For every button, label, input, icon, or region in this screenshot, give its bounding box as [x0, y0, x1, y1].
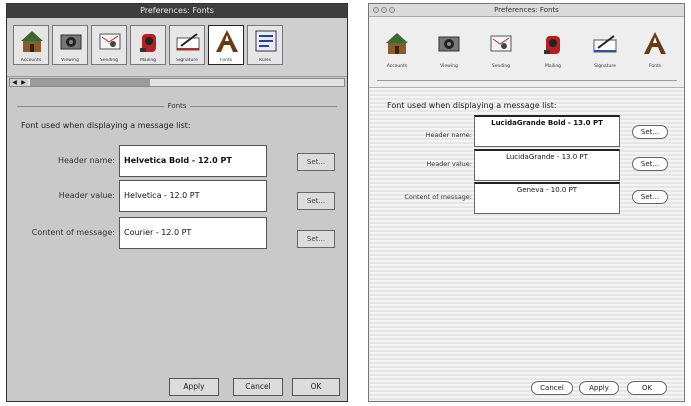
toolbar-label: Viewing [61, 58, 79, 63]
content-label: Content of message: [31, 228, 115, 237]
toolbar-label: Accounts [386, 64, 408, 69]
ok-button[interactable]: OK [627, 381, 667, 395]
prefs-toolbar: Accounts Viewing Sending Mailing Signatu… [7, 18, 347, 87]
header-value-label: Header value: [58, 191, 115, 200]
header-name-label: Header name: [57, 156, 115, 165]
scroll-thumb[interactable] [30, 79, 150, 86]
toolbar-label: Rules [258, 58, 272, 63]
instruction-text: Font used when displaying a message list… [21, 121, 191, 130]
header-name-set-button[interactable]: Set... [632, 125, 668, 139]
mailbox-icon [544, 36, 560, 54]
toolbar-label: Signature [176, 58, 198, 63]
toolbar-item-signature[interactable]: Signature [169, 25, 205, 65]
toolbar-scrollbar[interactable]: ◀ ▶ [9, 78, 345, 87]
content-font-field: Courier - 12.0 PT [119, 217, 267, 249]
instruction-text: Font used when displaying a message list… [387, 101, 557, 110]
house-icon [386, 33, 408, 54]
close-window-icon[interactable] [373, 7, 379, 13]
toolbar-item-sending[interactable]: Sending [91, 25, 127, 65]
sending-icon [99, 33, 121, 50]
header-value-set-button[interactable]: Set... [297, 192, 335, 210]
header-name-label: Header name: [425, 131, 472, 139]
toolbar-label: Mailing [544, 64, 562, 69]
section-title-wrap: Fonts [7, 102, 347, 110]
header-value-label: Header value: [426, 160, 472, 168]
camera-icon [60, 34, 82, 50]
sending-icon [490, 35, 512, 52]
toolbar-item-sending[interactable]: Sending [481, 27, 521, 73]
fonts-icon [644, 32, 666, 54]
section-title: Fonts [163, 102, 191, 110]
apply-button[interactable]: Apply [169, 378, 219, 396]
toolbar-label: Sending [491, 64, 511, 69]
toolbar-label: Signature [594, 64, 616, 69]
toolbar-item-mailing[interactable]: Mailing [130, 25, 166, 65]
content-set-button[interactable]: Set... [632, 190, 668, 204]
toolbar-item-viewing[interactable]: Viewing [52, 25, 88, 65]
toolbar-label: Sending [99, 58, 119, 63]
camera-icon [438, 36, 460, 52]
header-value-set-button[interactable]: Set... [632, 157, 668, 171]
scroll-left-arrow-icon[interactable]: ◀ [10, 79, 19, 86]
window-title: Preferences: Fonts [369, 4, 684, 17]
content-label: Content of message: [404, 193, 472, 201]
rules-icon [255, 30, 277, 52]
cancel-button[interactable]: Cancel [531, 381, 573, 395]
header-name-set-button[interactable]: Set... [297, 153, 335, 171]
toolbar-item-signature[interactable]: Signature [585, 27, 625, 73]
toolbar-item-accounts[interactable]: Accounts [377, 27, 417, 73]
toolbar-label: Viewing [440, 64, 458, 69]
toolbar-item-accounts[interactable]: Accounts [13, 25, 49, 65]
header-name-font-field: Helvetica Bold - 12.0 PT [119, 145, 267, 177]
toolbar-item-rules[interactable]: Rules [247, 25, 283, 65]
cancel-button[interactable]: Cancel [233, 378, 283, 396]
zoom-window-icon[interactable] [389, 7, 395, 13]
toolbar-label: Mailing [139, 58, 157, 63]
apply-button[interactable]: Apply [579, 381, 619, 395]
minimize-window-icon[interactable] [381, 7, 387, 13]
toolbar-label: Fonts [219, 58, 233, 63]
header-name-font-field: LucidaGrande Bold - 13.0 PT [474, 115, 620, 147]
toolbar-item-mailing[interactable]: Mailing [533, 27, 573, 73]
ok-button[interactable]: OK [292, 378, 340, 396]
house-icon [21, 31, 43, 52]
prefs-toolbar: Accounts Viewing Sending Mailing Signatu… [369, 17, 684, 88]
mailbox-icon [140, 34, 156, 52]
window-title: Preferences: Fonts [7, 4, 347, 18]
toolbar-item-fonts[interactable]: Fonts [208, 25, 244, 65]
header-value-font-field: LucidaGrande - 13.0 PT [474, 149, 620, 181]
aqua-preferences-window: Preferences: Fonts Accounts Viewing Send… [368, 3, 685, 402]
signature-icon [176, 33, 200, 51]
fonts-icon [216, 30, 238, 52]
content-font-field: Geneva - 10.0 PT [474, 182, 620, 214]
header-value-font-field: Helvetica - 12.0 PT [119, 180, 267, 212]
toolbar-scrollbar[interactable] [377, 75, 677, 81]
toolbar-item-fonts[interactable]: Fonts [635, 27, 675, 73]
signature-icon [593, 35, 617, 53]
toolbar-label: Accounts [20, 58, 42, 63]
content-set-button[interactable]: Set... [297, 230, 335, 248]
scroll-right-arrow-icon[interactable]: ▶ [19, 79, 28, 86]
toolbar-item-viewing[interactable]: Viewing [429, 27, 469, 73]
toolbar-label: Fonts [648, 64, 662, 69]
classic-preferences-window: Preferences: Fonts Accounts Viewing Send… [6, 3, 348, 402]
